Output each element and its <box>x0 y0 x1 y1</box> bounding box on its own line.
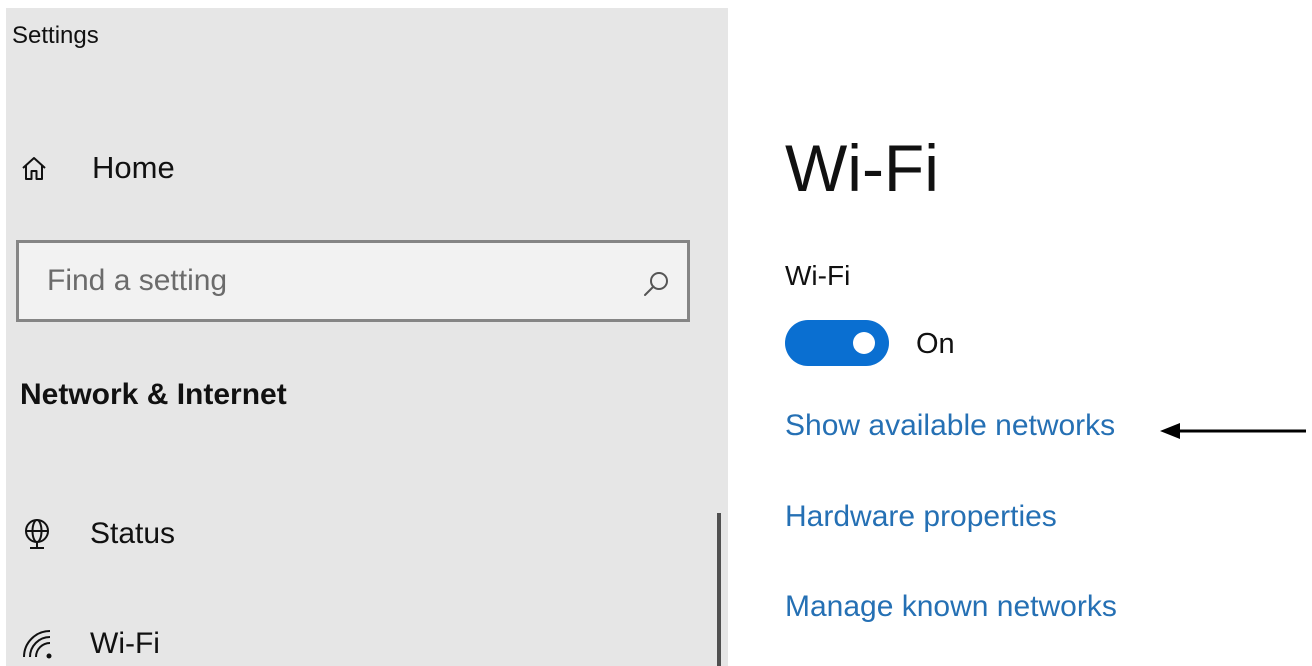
search-box[interactable] <box>16 240 690 322</box>
left-arrow-icon <box>1160 423 1306 439</box>
sidebar-item-label: Home <box>92 150 175 185</box>
toggle-knob <box>853 332 875 354</box>
hardware-properties-link[interactable]: Hardware properties <box>785 500 1057 534</box>
sidebar-item-home[interactable]: Home <box>20 146 175 190</box>
section-heading: Network & Internet <box>20 378 287 411</box>
show-available-networks-link[interactable]: Show available networks <box>785 409 1115 443</box>
sidebar-item-label: Wi-Fi <box>90 627 160 660</box>
manage-known-networks-link[interactable]: Manage known networks <box>785 590 1117 624</box>
page-title: Wi-Fi <box>785 131 939 205</box>
sidebar-item-label: Status <box>90 517 176 550</box>
app-title: Settings <box>12 22 99 49</box>
sidebar-scrollbar[interactable] <box>717 513 721 666</box>
sidebar: Settings Home Network & Internet S <box>6 8 728 666</box>
toggle-state-label: On <box>916 328 955 360</box>
globe-icon <box>25 519 49 549</box>
sidebar-item-status[interactable]: Status <box>20 511 175 557</box>
home-icon <box>22 157 46 180</box>
sidebar-item-wifi[interactable]: Wi-Fi <box>20 621 160 666</box>
wifi-setting-label: Wi-Fi <box>785 260 851 291</box>
settings-window: Settings Home Network & Internet S <box>0 0 1312 666</box>
search-input[interactable] <box>45 263 609 299</box>
search-icon[interactable] <box>641 269 671 299</box>
wifi-toggle[interactable] <box>785 320 889 366</box>
wifi-icon <box>23 630 52 659</box>
